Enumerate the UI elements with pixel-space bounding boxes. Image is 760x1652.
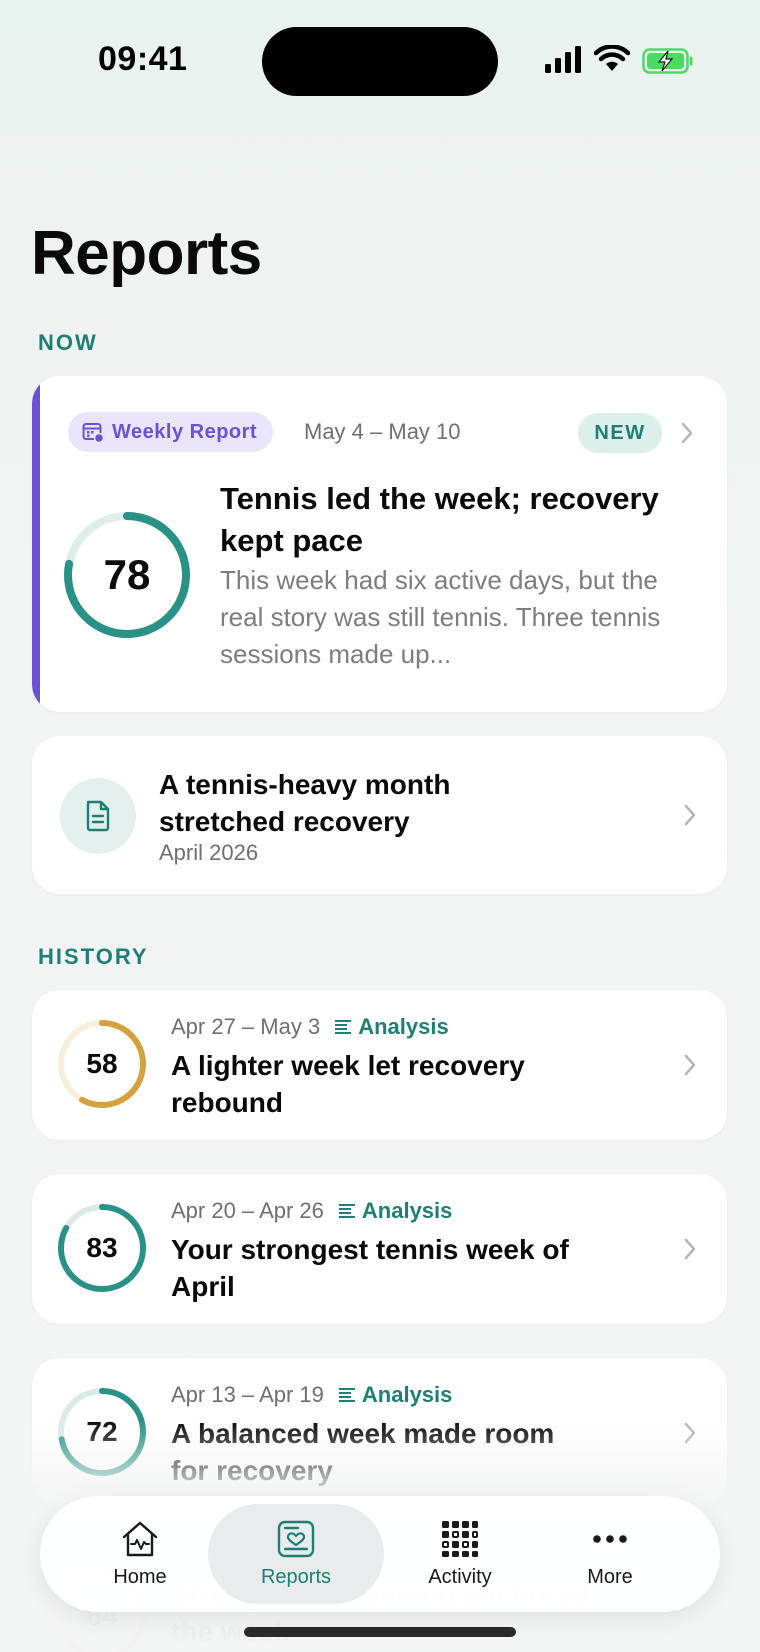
text-lines-icon [338,1388,355,1402]
page-title: Reports [31,219,262,288]
score-ring: 58 [56,1018,148,1110]
history-report-card[interactable]: 58 Apr 27 – May 3 Analysis A lighter wee… [32,990,727,1140]
score-ring: 72 [56,1386,148,1478]
tab-activity-label: Activity [428,1565,492,1588]
analysis-tag-label: Analysis [361,1382,453,1407]
card-accent-bar [32,376,40,712]
home-indicator [244,1627,516,1637]
history-report-card[interactable]: 72 Apr 13 – Apr 19 Analysis A balanced w… [32,1358,727,1508]
report-date-range: Apr 20 – Apr 26 [171,1198,324,1223]
report-title: A balanced week made room for recovery [171,1418,555,1486]
reports-icon [277,1520,315,1557]
monthly-report-period: April 2026 [159,840,259,865]
more-icon [593,1534,627,1543]
score-ring: 78 [62,510,192,640]
chevron-right-icon [684,804,696,826]
report-meta: Apr 20 – Apr 26 Analysis [171,1198,452,1224]
report-title: A lighter week let recovery rebound [171,1050,525,1118]
report-title: Your strongest tennis week of April [171,1234,569,1302]
document-icon-circle [60,778,136,854]
cellular-signal-icon [545,46,581,73]
score-value: 58 [86,1048,118,1079]
chevron-right-icon [684,1238,696,1260]
report-meta: Apr 13 – Apr 19 Analysis [171,1382,452,1408]
monthly-report-title: A tennis-heavy month stretched recovery [159,769,451,837]
analysis-tag: Analysis [338,1198,453,1224]
weekly-report-badge-label: Weekly Report [112,420,258,443]
activity-grid-icon [442,1520,478,1557]
calendar-icon [82,423,104,443]
score-ring: 83 [56,1202,148,1294]
chevron-right-icon [681,422,693,444]
analysis-tag-label: Analysis [361,1198,453,1223]
wifi-icon [594,45,630,71]
tab-reports[interactable]: Reports [208,1504,384,1604]
tab-reports-label: Reports [260,1565,332,1588]
status-bar: 09:41 [0,0,760,120]
section-label-history: HISTORY [38,944,149,969]
document-icon [86,800,110,832]
status-time: 09:41 [98,40,188,78]
report-date-range: Apr 27 – May 3 [171,1014,321,1039]
report-date-range: Apr 13 – Apr 19 [171,1382,324,1407]
analysis-tag-label: Analysis [358,1014,449,1039]
weekly-report-badge: Weekly Report [68,412,274,452]
text-lines-icon [335,1020,352,1034]
score-value: 72 [86,1416,118,1447]
analysis-tag: Analysis [334,1014,449,1040]
report-date-range: May 4 – May 10 [304,419,461,444]
dynamic-island [262,27,498,96]
featured-weekly-report-card[interactable]: Weekly Report May 4 – May 10 NEW 78 Tenn… [32,376,727,712]
tab-more-label: More [587,1565,633,1588]
monthly-report-card[interactable]: A tennis-heavy month stretched recovery … [32,736,727,894]
history-report-card[interactable]: 83 Apr 20 – Apr 26 Analysis Your stronge… [32,1174,727,1324]
tab-home[interactable]: Home [80,1496,200,1612]
tab-home-label: Home [113,1565,167,1588]
tab-bar: Home Reports Activity More [40,1496,720,1612]
battery-charging-icon [642,48,693,74]
score-value: 83 [86,1232,118,1263]
report-headline: Tennis led the week; recovery kept pace [220,481,659,558]
home-icon [122,1521,158,1556]
report-summary: This week had six active days, but the r… [220,565,661,669]
report-meta: Apr 27 – May 3 Analysis [171,1014,449,1040]
tab-more[interactable]: More [540,1496,680,1612]
text-lines-icon [338,1204,355,1218]
score-value: 78 [103,551,151,598]
chevron-right-icon [684,1054,696,1076]
section-label-now: NOW [38,330,98,355]
chevron-right-icon [684,1422,696,1444]
analysis-tag: Analysis [338,1382,453,1408]
tab-activity[interactable]: Activity [400,1496,520,1612]
new-badge: NEW [578,413,662,453]
